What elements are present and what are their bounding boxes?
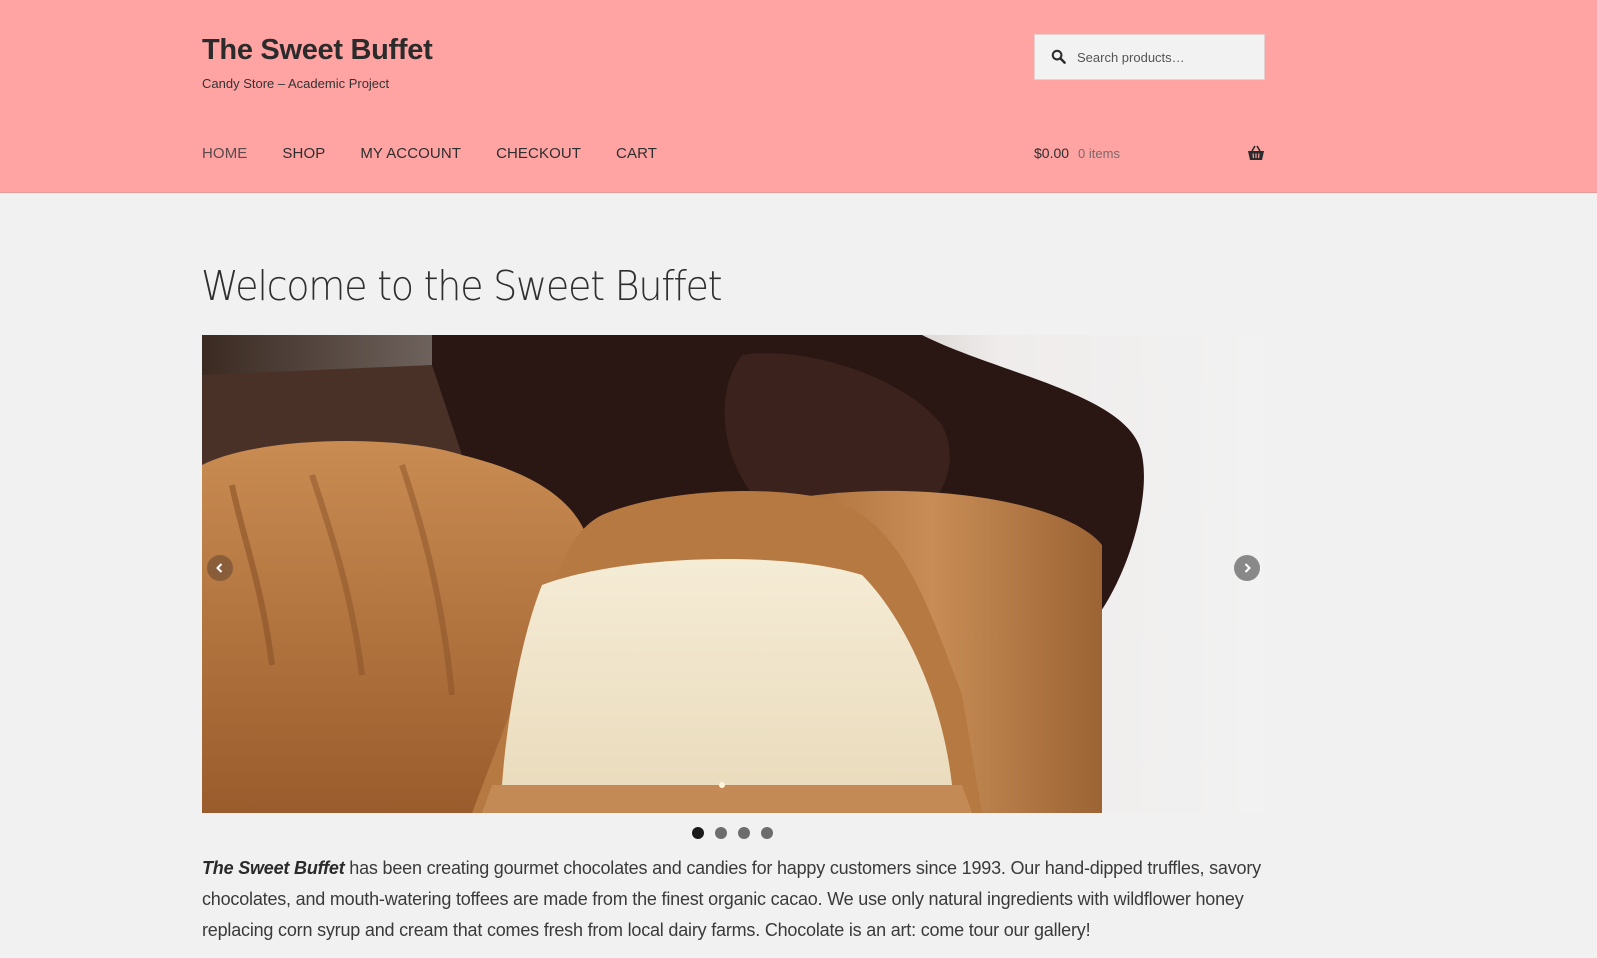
- slider-next-button[interactable]: [1234, 555, 1260, 581]
- slider-prev-button[interactable]: [207, 555, 233, 581]
- nav-item-home[interactable]: HOME: [202, 145, 247, 162]
- intro-brand: The Sweet Buffet: [202, 858, 345, 878]
- slider-dot-4[interactable]: [761, 827, 773, 839]
- site-title[interactable]: The Sweet Buffet: [202, 34, 433, 67]
- basket-icon[interactable]: [1247, 145, 1265, 161]
- site-header: The Sweet Buffet Candy Store – Academic …: [0, 0, 1597, 193]
- nav-item-cart[interactable]: CART: [616, 145, 657, 162]
- slider-dot-3[interactable]: [738, 827, 750, 839]
- header-cart[interactable]: $0.00 0 items: [1034, 145, 1265, 161]
- intro-text: has been creating gourmet chocolates and…: [202, 858, 1261, 940]
- primary-nav: HOME SHOP MY ACCOUNT CHECKOUT CART: [202, 145, 692, 162]
- search-box[interactable]: [1034, 34, 1265, 80]
- cart-item-count: 0 items: [1078, 145, 1120, 161]
- slider-dot-1[interactable]: [692, 827, 704, 839]
- chevron-left-icon: [216, 563, 223, 573]
- search-input[interactable]: [1077, 49, 1257, 65]
- intro-paragraph: The Sweet Buffet has been creating gourm…: [202, 853, 1272, 946]
- site-tagline: Candy Store – Academic Project: [202, 76, 390, 91]
- slider-pagination: [692, 827, 773, 839]
- nav-item-checkout[interactable]: CHECKOUT: [496, 145, 581, 162]
- chocolate-truffles-photo: [202, 335, 1265, 813]
- chevron-right-icon: [1244, 563, 1251, 573]
- nav-item-shop[interactable]: SHOP: [282, 145, 325, 162]
- slider-dot-2[interactable]: [715, 827, 727, 839]
- nav-item-my-account[interactable]: MY ACCOUNT: [360, 145, 461, 162]
- search-icon: [1051, 49, 1067, 65]
- page-title: Welcome to the Sweet Buffet: [201, 262, 723, 310]
- cart-amount: $0.00: [1034, 145, 1070, 161]
- image-slider[interactable]: [202, 335, 1265, 813]
